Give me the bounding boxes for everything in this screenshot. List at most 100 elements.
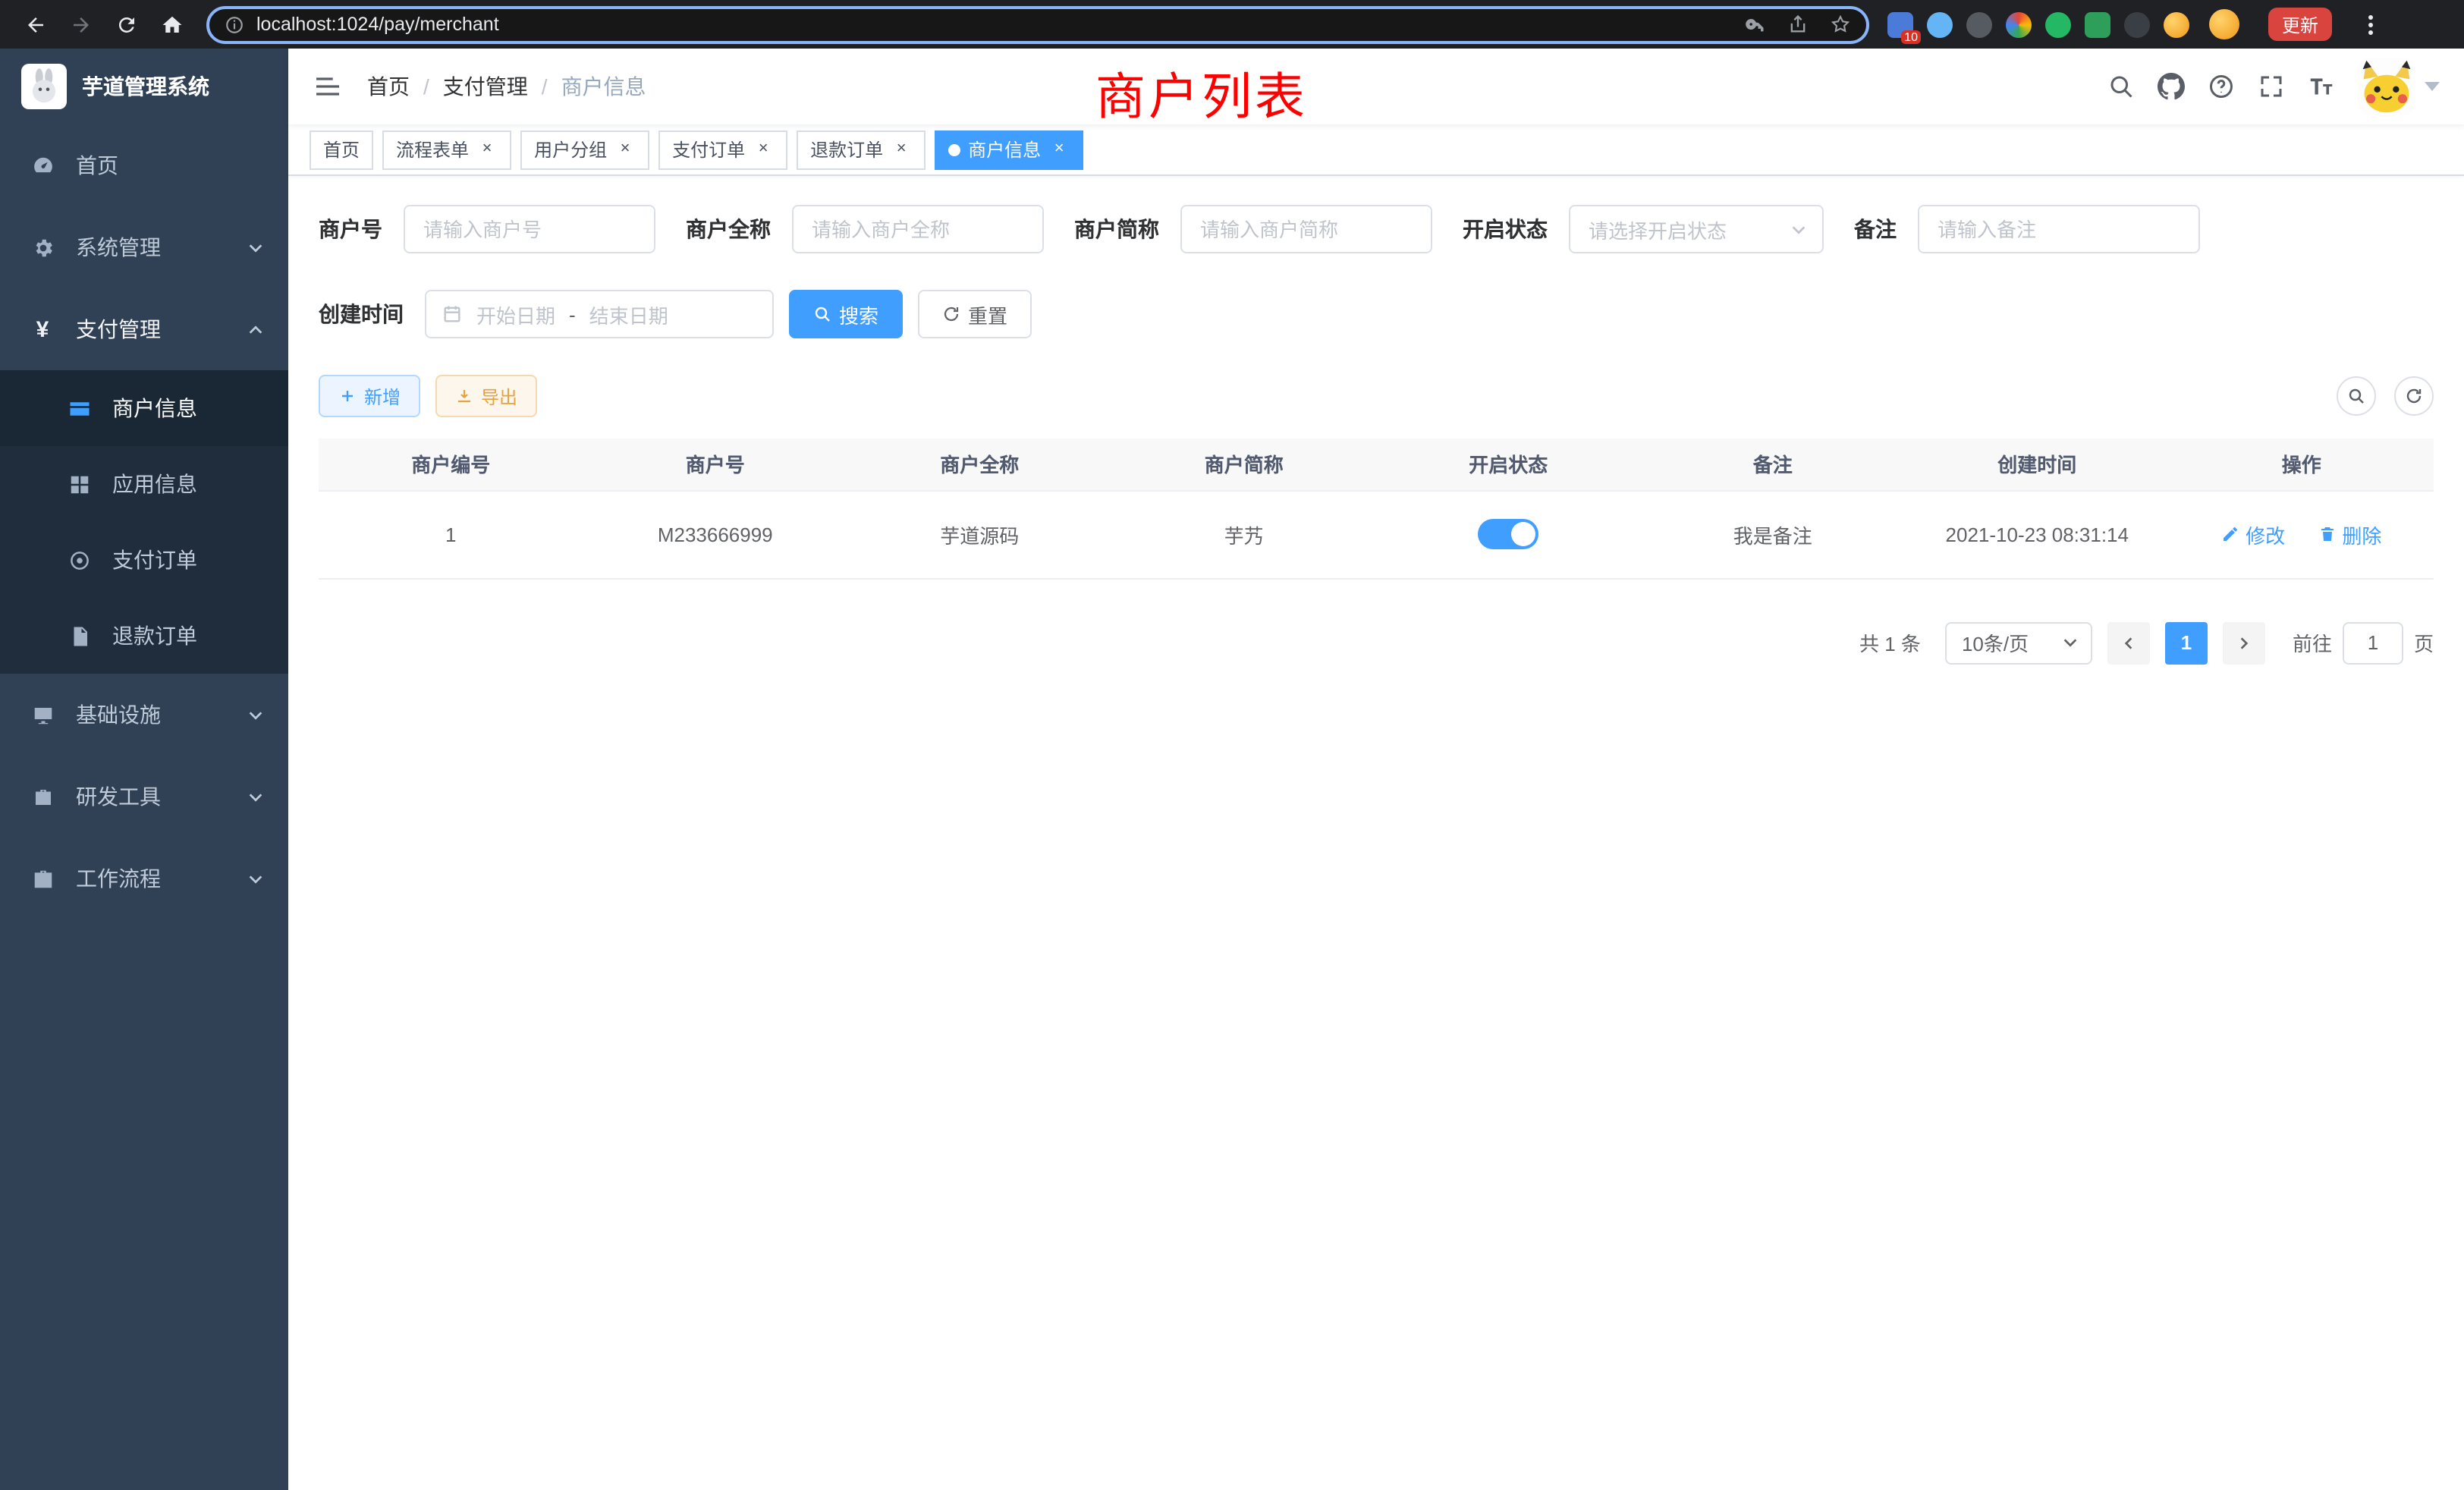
page-number-button[interactable]: 1	[2165, 621, 2208, 664]
monitor-icon	[30, 703, 55, 727]
extension-icon-5[interactable]	[2045, 11, 2071, 37]
tab-user-group[interactable]: 用户分组 ×	[520, 130, 649, 169]
extension-icon-2[interactable]	[1927, 11, 1953, 37]
extension-icon-4[interactable]	[2006, 11, 2032, 37]
goto-label: 前往	[2293, 628, 2332, 657]
app-logo[interactable]: 芋道管理系统	[0, 49, 288, 124]
sidebar-item-system[interactable]: 系统管理	[0, 206, 288, 288]
app-title: 芋道管理系统	[82, 71, 209, 102]
sidebar-menu: 首页 系统管理 ¥ 支付管理 商户信息	[0, 124, 288, 1490]
breadcrumb-payment[interactable]: 支付管理	[443, 71, 528, 102]
page-unit-label: 页	[2414, 628, 2434, 657]
prev-page-button[interactable]	[2107, 621, 2150, 664]
date-range-picker[interactable]: 开始日期 - 结束日期	[425, 290, 774, 338]
toggle-search-button[interactable]	[2337, 376, 2376, 416]
font-size-icon[interactable]	[2308, 73, 2335, 100]
avatar[interactable]	[2358, 58, 2415, 115]
home-icon[interactable]	[153, 6, 190, 42]
sidebar-item-home[interactable]: 首页	[0, 124, 288, 206]
close-icon[interactable]: ×	[476, 139, 498, 160]
status-toggle[interactable]	[1478, 519, 1538, 549]
cell-full-name: 芋道源码	[847, 490, 1112, 578]
field-label: 商户号	[319, 214, 382, 244]
cell-actions: 修改 删除	[2170, 490, 2434, 578]
edit-link[interactable]: 修改	[2221, 520, 2285, 549]
refresh-table-button[interactable]	[2394, 376, 2434, 416]
table-toolbar: 新增 导出	[319, 375, 2434, 417]
search-button[interactable]: 搜索	[789, 290, 903, 338]
help-icon[interactable]	[2208, 73, 2235, 100]
fullscreen-icon[interactable]	[2258, 73, 2285, 100]
reset-button[interactable]: 重置	[918, 290, 1032, 338]
browser-menu-icon[interactable]	[2358, 9, 2382, 39]
cell-id: 1	[319, 490, 583, 578]
search-icon	[813, 305, 831, 323]
field-label: 创建时间	[319, 299, 404, 329]
top-navbar: 首页 / 支付管理 / 商户信息	[288, 49, 2464, 124]
extension-icon-8[interactable]	[2164, 11, 2189, 37]
sidebar-item-app-info[interactable]: 应用信息	[0, 446, 288, 522]
date-start-placeholder: 开始日期	[476, 300, 555, 328]
col-header: 商户全称	[847, 439, 1112, 490]
reload-icon[interactable]	[108, 6, 144, 42]
sidebar-item-devtools[interactable]: 研发工具	[0, 756, 288, 838]
cell-remark: 我是备注	[1641, 490, 1906, 578]
browser-profile-avatar[interactable]	[2209, 9, 2239, 39]
tab-refund-order[interactable]: 退款订单 ×	[797, 130, 926, 169]
export-button[interactable]: 导出	[435, 375, 537, 417]
status-select[interactable]: 请选择开启状态	[1569, 205, 1824, 253]
hamburger-icon[interactable]	[313, 71, 343, 102]
user-menu[interactable]	[2358, 58, 2440, 115]
add-button[interactable]: 新增	[319, 375, 420, 417]
filter-remark: 备注	[1854, 205, 2200, 253]
github-icon[interactable]	[2158, 73, 2185, 100]
extension-icon-6[interactable]	[2085, 11, 2110, 37]
sidebar-item-infra[interactable]: 基础设施	[0, 674, 288, 756]
tab-pay-order[interactable]: 支付订单 ×	[658, 130, 787, 169]
forward-icon[interactable]	[62, 6, 99, 42]
sidebar-item-payment[interactable]: ¥ 支付管理	[0, 288, 288, 370]
page-size-select[interactable]: 10条/页	[1945, 621, 2092, 664]
close-icon[interactable]: ×	[1048, 139, 1070, 160]
sidebar-item-workflow[interactable]: 工作流程	[0, 838, 288, 919]
tab-label: 支付订单	[672, 137, 745, 162]
chevron-down-icon	[247, 706, 264, 723]
goto-page-input[interactable]	[2343, 621, 2403, 664]
close-icon[interactable]: ×	[891, 139, 912, 160]
back-icon[interactable]	[17, 6, 53, 42]
full-name-input[interactable]	[792, 205, 1044, 253]
bookmark-star-icon[interactable]	[1830, 14, 1851, 35]
navbar-actions	[2107, 58, 2440, 115]
merchant-no-input[interactable]	[404, 205, 655, 253]
extension-icon-3[interactable]	[1966, 11, 1992, 37]
sidebar-item-refund-order[interactable]: 退款订单	[0, 598, 288, 674]
address-bar[interactable]: localhost:1024/pay/merchant	[206, 5, 1869, 43]
extension-icon-1[interactable]: 10	[1887, 11, 1913, 37]
circle-dot-icon	[67, 548, 91, 572]
search-icon[interactable]	[2107, 73, 2135, 100]
delete-link[interactable]: 删除	[2318, 520, 2381, 549]
total-count: 共 1 条	[1859, 628, 1921, 657]
sidebar-item-merchant-info[interactable]: 商户信息	[0, 370, 288, 446]
key-icon[interactable]	[1745, 14, 1766, 35]
sidebar-item-label: 基础设施	[76, 699, 161, 730]
close-icon[interactable]: ×	[753, 139, 774, 160]
extension-icon-7[interactable]	[2124, 11, 2150, 37]
dashboard-icon	[30, 153, 55, 178]
tab-merchant-info[interactable]: 商户信息 ×	[935, 130, 1083, 169]
breadcrumb-home[interactable]: 首页	[367, 71, 410, 102]
tab-process-form[interactable]: 流程表单 ×	[382, 130, 511, 169]
update-button[interactable]: 更新	[2268, 8, 2332, 41]
next-page-button[interactable]	[2223, 621, 2265, 664]
file-icon	[67, 624, 91, 648]
close-icon[interactable]: ×	[614, 139, 636, 160]
sidebar-item-label: 商户信息	[112, 393, 197, 423]
table-toolbar-right	[2337, 376, 2434, 416]
url-text[interactable]: localhost:1024/pay/merchant	[256, 14, 499, 35]
sidebar-item-pay-order[interactable]: 支付订单	[0, 522, 288, 598]
info-icon[interactable]	[225, 14, 244, 34]
short-name-input[interactable]	[1180, 205, 1432, 253]
remark-input[interactable]	[1918, 205, 2200, 253]
tab-home[interactable]: 首页	[310, 130, 373, 169]
share-icon[interactable]	[1787, 14, 1809, 35]
